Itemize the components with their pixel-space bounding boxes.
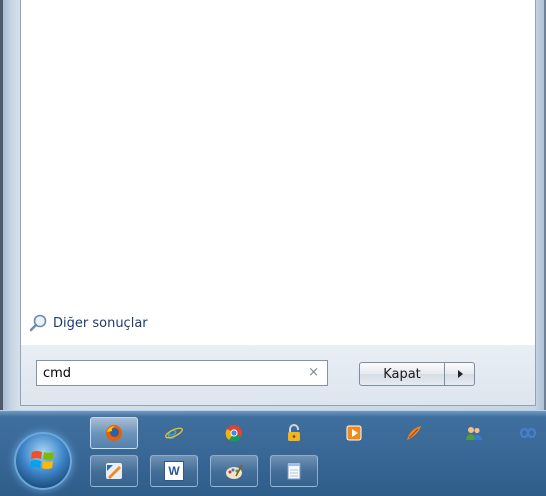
menu-border-left xyxy=(0,0,3,410)
svg-text:e: e xyxy=(167,424,177,443)
word-icon: W xyxy=(164,461,184,481)
lock-icon xyxy=(288,424,300,441)
internet-explorer-icon: e xyxy=(165,424,183,443)
see-more-results-link[interactable]: Diğer sonuçlar xyxy=(29,314,148,332)
clear-search-button[interactable]: × xyxy=(308,365,319,380)
notepad-icon xyxy=(287,463,301,480)
chevron-right-icon xyxy=(457,370,463,378)
feather-app-icon xyxy=(407,426,421,440)
shutdown-button[interactable]: Kapat xyxy=(359,362,445,386)
start-button[interactable] xyxy=(14,432,72,490)
chrome-icon xyxy=(225,425,242,442)
see-more-results-label: Diğer sonuçlar xyxy=(53,315,148,331)
taskbar-infinity-app[interactable] xyxy=(510,417,546,449)
taskbar: e W xyxy=(0,410,546,496)
taskbar-pencil-app[interactable] xyxy=(90,455,138,487)
infinity-icon xyxy=(519,427,537,439)
media-player-icon xyxy=(346,425,362,441)
shutdown-group: Kapat xyxy=(359,362,475,386)
search-row: × Kapat xyxy=(20,345,536,406)
search-box[interactable]: × xyxy=(36,360,328,386)
taskbar-media-player[interactable] xyxy=(330,417,378,449)
firefox-icon xyxy=(106,425,122,441)
paint-icon xyxy=(226,464,243,479)
taskbar-word[interactable]: W xyxy=(150,455,198,487)
taskbar-internet-explorer[interactable]: e xyxy=(150,417,198,449)
pencil-app-icon xyxy=(106,463,122,479)
taskbar-firefox[interactable] xyxy=(90,417,138,449)
shutdown-options-button[interactable] xyxy=(445,362,475,386)
search-results-pane: Diğer sonuçlar xyxy=(20,0,536,346)
taskbar-chrome[interactable] xyxy=(210,417,258,449)
word-icon-label: W xyxy=(168,464,180,478)
taskbar-users-app[interactable] xyxy=(450,417,498,449)
windows-logo-icon xyxy=(30,451,54,469)
search-icon xyxy=(29,314,47,332)
taskbar-feather-app[interactable] xyxy=(390,417,438,449)
users-icon xyxy=(466,427,482,440)
taskbar-notepad[interactable] xyxy=(270,455,318,487)
start-menu: Diğer sonuçlar × Kapat xyxy=(0,0,546,410)
search-input[interactable] xyxy=(37,362,293,384)
taskbar-lock-app[interactable] xyxy=(270,417,318,449)
taskbar-paint[interactable] xyxy=(210,455,258,487)
